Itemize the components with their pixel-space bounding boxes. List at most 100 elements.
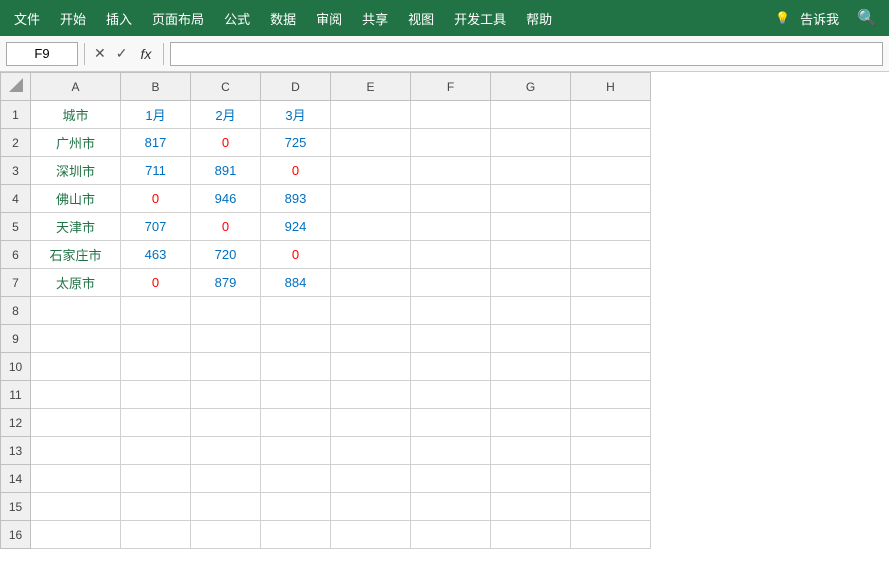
- cell-r8-c5[interactable]: [331, 297, 411, 325]
- cell-r1-c4[interactable]: 3月: [261, 101, 331, 129]
- cell-r6-c2[interactable]: 463: [121, 241, 191, 269]
- cell-r8-c7[interactable]: [491, 297, 571, 325]
- cell-r12-c6[interactable]: [411, 409, 491, 437]
- cell-r11-c8[interactable]: [571, 381, 651, 409]
- cell-r10-c7[interactable]: [491, 353, 571, 381]
- cell-r4-c4[interactable]: 893: [261, 185, 331, 213]
- cell-r12-c3[interactable]: [191, 409, 261, 437]
- cell-r8-c6[interactable]: [411, 297, 491, 325]
- col-header-d[interactable]: D: [261, 73, 331, 101]
- menu-item-2[interactable]: 插入: [96, 3, 142, 34]
- cell-r2-c8[interactable]: [571, 129, 651, 157]
- cell-r9-c7[interactable]: [491, 325, 571, 353]
- cell-r15-c6[interactable]: [411, 493, 491, 521]
- cell-r6-c1[interactable]: 石家庄市: [31, 241, 121, 269]
- row-header-6[interactable]: 6: [1, 241, 31, 269]
- row-header-7[interactable]: 7: [1, 269, 31, 297]
- cell-r1-c2[interactable]: 1月: [121, 101, 191, 129]
- cell-r7-c6[interactable]: [411, 269, 491, 297]
- col-header-a[interactable]: A: [31, 73, 121, 101]
- cell-r13-c8[interactable]: [571, 437, 651, 465]
- row-header-12[interactable]: 12: [1, 409, 31, 437]
- row-header-8[interactable]: 8: [1, 297, 31, 325]
- cell-r15-c7[interactable]: [491, 493, 571, 521]
- col-header-g[interactable]: G: [491, 73, 571, 101]
- cell-r1-c5[interactable]: [331, 101, 411, 129]
- cancel-button[interactable]: ✕: [91, 44, 109, 63]
- cell-r5-c2[interactable]: 707: [121, 213, 191, 241]
- menu-item-8[interactable]: 视图: [398, 3, 444, 34]
- cell-r15-c3[interactable]: [191, 493, 261, 521]
- cell-r8-c1[interactable]: [31, 297, 121, 325]
- row-header-16[interactable]: 16: [1, 521, 31, 549]
- cell-r13-c1[interactable]: [31, 437, 121, 465]
- row-header-3[interactable]: 3: [1, 157, 31, 185]
- cell-r8-c8[interactable]: [571, 297, 651, 325]
- row-header-1[interactable]: 1: [1, 101, 31, 129]
- col-header-e[interactable]: E: [331, 73, 411, 101]
- cell-r13-c2[interactable]: [121, 437, 191, 465]
- menu-item-4[interactable]: 公式: [214, 3, 260, 34]
- menu-item-7[interactable]: 共享: [352, 3, 398, 34]
- cell-r9-c5[interactable]: [331, 325, 411, 353]
- row-header-2[interactable]: 2: [1, 129, 31, 157]
- cell-r1-c8[interactable]: [571, 101, 651, 129]
- cell-r9-c2[interactable]: [121, 325, 191, 353]
- cell-r16-c3[interactable]: [191, 521, 261, 549]
- cell-r11-c1[interactable]: [31, 381, 121, 409]
- row-header-5[interactable]: 5: [1, 213, 31, 241]
- cell-r3-c1[interactable]: 深圳市: [31, 157, 121, 185]
- row-header-10[interactable]: 10: [1, 353, 31, 381]
- cell-r12-c7[interactable]: [491, 409, 571, 437]
- cell-r3-c6[interactable]: [411, 157, 491, 185]
- cell-r12-c5[interactable]: [331, 409, 411, 437]
- cell-r7-c3[interactable]: 879: [191, 269, 261, 297]
- menu-item-6[interactable]: 审阅: [306, 3, 352, 34]
- cell-r11-c3[interactable]: [191, 381, 261, 409]
- cell-r9-c4[interactable]: [261, 325, 331, 353]
- cell-r14-c3[interactable]: [191, 465, 261, 493]
- cell-r16-c4[interactable]: [261, 521, 331, 549]
- cell-r16-c6[interactable]: [411, 521, 491, 549]
- cell-r1-c3[interactable]: 2月: [191, 101, 261, 129]
- cell-r15-c5[interactable]: [331, 493, 411, 521]
- col-header-f[interactable]: F: [411, 73, 491, 101]
- cell-r12-c4[interactable]: [261, 409, 331, 437]
- cell-r4-c3[interactable]: 946: [191, 185, 261, 213]
- cell-r2-c6[interactable]: [411, 129, 491, 157]
- cell-r8-c2[interactable]: [121, 297, 191, 325]
- cell-r12-c1[interactable]: [31, 409, 121, 437]
- cell-r4-c2[interactable]: 0: [121, 185, 191, 213]
- cell-r6-c5[interactable]: [331, 241, 411, 269]
- menu-item-1[interactable]: 开始: [50, 3, 96, 34]
- cell-r14-c1[interactable]: [31, 465, 121, 493]
- cell-r4-c8[interactable]: [571, 185, 651, 213]
- cell-r4-c7[interactable]: [491, 185, 571, 213]
- cell-r3-c3[interactable]: 891: [191, 157, 261, 185]
- row-header-11[interactable]: 11: [1, 381, 31, 409]
- cell-r10-c8[interactable]: [571, 353, 651, 381]
- cell-r11-c2[interactable]: [121, 381, 191, 409]
- cell-r10-c2[interactable]: [121, 353, 191, 381]
- cell-r14-c8[interactable]: [571, 465, 651, 493]
- cell-r2-c1[interactable]: 广州市: [31, 129, 121, 157]
- confirm-button[interactable]: ✓: [113, 44, 131, 63]
- cell-r16-c8[interactable]: [571, 521, 651, 549]
- cell-r8-c3[interactable]: [191, 297, 261, 325]
- formula-input[interactable]: [170, 42, 883, 66]
- cell-r11-c5[interactable]: [331, 381, 411, 409]
- cell-r6-c6[interactable]: [411, 241, 491, 269]
- cell-r7-c8[interactable]: [571, 269, 651, 297]
- cell-r5-c5[interactable]: [331, 213, 411, 241]
- cell-r15-c4[interactable]: [261, 493, 331, 521]
- cell-r13-c4[interactable]: [261, 437, 331, 465]
- cell-r10-c6[interactable]: [411, 353, 491, 381]
- cell-r10-c3[interactable]: [191, 353, 261, 381]
- cell-r8-c4[interactable]: [261, 297, 331, 325]
- cell-r5-c1[interactable]: 天津市: [31, 213, 121, 241]
- cell-r11-c4[interactable]: [261, 381, 331, 409]
- cell-r12-c8[interactable]: [571, 409, 651, 437]
- menu-item-9[interactable]: 开发工具: [444, 3, 516, 34]
- cell-r5-c8[interactable]: [571, 213, 651, 241]
- cell-r2-c2[interactable]: 817: [121, 129, 191, 157]
